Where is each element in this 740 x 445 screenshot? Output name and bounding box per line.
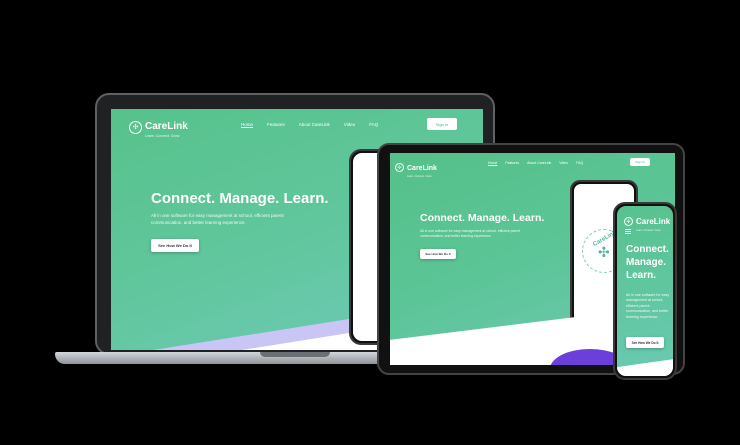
- nav-features[interactable]: Features: [267, 122, 285, 127]
- nav-home[interactable]: Home: [488, 161, 497, 165]
- nav-video[interactable]: Video: [344, 122, 355, 127]
- signin-button[interactable]: Sign In: [427, 118, 457, 130]
- cta-button[interactable]: See How We Do It: [626, 337, 664, 348]
- tablet-logo[interactable]: ✣ CareLink Learn. Connect. Grow.: [395, 157, 437, 178]
- decorative-wave: [617, 357, 673, 376]
- nav-features[interactable]: Features: [505, 161, 519, 165]
- title-line-2: Manage.: [626, 257, 667, 268]
- brand-name: CareLink: [145, 121, 188, 132]
- nav-about[interactable]: About CareLink: [527, 161, 551, 165]
- hero-title: Connect. Manage. Learn.: [420, 212, 545, 224]
- signin-button[interactable]: Sign In: [630, 158, 650, 166]
- laptop-notch: [260, 352, 330, 357]
- brand-tagline: Learn. Connect. Grow.: [636, 229, 662, 232]
- hero-title: Connect. Manage. Learn.: [151, 190, 329, 207]
- nav-faq[interactable]: FAQ: [576, 161, 583, 165]
- hamburger-menu-icon[interactable]: [625, 229, 631, 234]
- hero-description: All in one software for easy management …: [151, 213, 284, 225]
- hero-description: All in one software for easy management …: [420, 229, 521, 239]
- nav-about[interactable]: About CareLink: [299, 122, 330, 127]
- phone-screen-front: ✣ CareLink Learn. Connect. Grow. Connect…: [617, 206, 673, 376]
- title-line-1: Connect.: [626, 244, 669, 255]
- nav-faq[interactable]: FAQ: [369, 122, 378, 127]
- brand-tagline: Learn. Connect. Grow.: [407, 175, 433, 178]
- tablet-nav: Home Features About CareLink Video FAQ: [488, 161, 583, 165]
- hero-description: All in one software for easy management …: [626, 293, 670, 319]
- brand-name: CareLink: [407, 165, 437, 172]
- cta-button[interactable]: See How We Do It: [420, 249, 456, 259]
- cta-button[interactable]: See How We Do It: [151, 239, 199, 252]
- clover-logo-icon: ✣: [129, 120, 142, 134]
- mobile-hero-title: Connect. Manage. Learn.: [626, 243, 669, 282]
- clover-logo-icon: ✣: [624, 217, 633, 226]
- nav-video[interactable]: Video: [559, 161, 568, 165]
- brand-tagline: Learn. Connect. Grow.: [145, 134, 181, 138]
- clover-badge-icon: ✣: [598, 244, 610, 260]
- laptop-logo[interactable]: ✣ CareLink Learn. Connect. Grow.: [129, 116, 188, 138]
- clover-logo-icon: ✣: [395, 163, 404, 172]
- title-line-3: Learn.: [626, 270, 657, 281]
- laptop-nav: Home Features About CareLink Video FAQ: [241, 122, 378, 127]
- nav-home[interactable]: Home: [241, 122, 253, 127]
- brand-name: CareLink: [636, 217, 671, 226]
